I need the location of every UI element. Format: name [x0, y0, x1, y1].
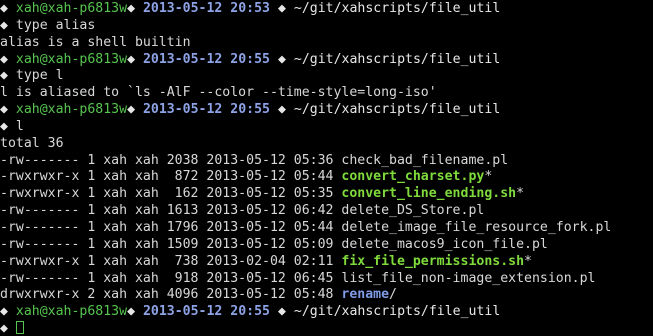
prompt-marker: ◆ [0, 321, 8, 336]
file-info: -rw------- 1 xah xah 1509 2013-05-12 05:… [0, 236, 342, 252]
file-name[interactable]: convert_line_ending.sh [341, 186, 516, 201]
output-text: alias is a shell builtin [0, 34, 191, 50]
file-listing-row: -rwxrwxr-x 1 xah xah 162 2013-05-12 05:3… [0, 186, 653, 203]
prompt-line: ◆ xah@xah-p6813w◆ 2013-05-12 20:55 ◆ ~/g… [0, 52, 653, 69]
file-listing-row: -rw------- 1 xah xah 918 2013-05-12 06:4… [0, 271, 653, 288]
prompt-timestamp: 2013-05-12 20:55 [142, 304, 271, 320]
file-info: -rw------- 1 xah xah 918 2013-05-12 06:4… [0, 270, 342, 286]
file-name[interactable]: convert_charset.py [341, 169, 484, 184]
prompt-marker: ◆ [0, 304, 8, 320]
file-name[interactable]: list_file_non-image_extension.pl [341, 271, 595, 286]
file-info: -rw------- 1 xah xah 2038 2013-05-12 05:… [0, 152, 342, 168]
prompt-user-host: xah@xah-p6813w [15, 304, 128, 320]
prompt-marker: ◆ [127, 304, 136, 320]
prompt-line: ◆ xah@xah-p6813w◆ 2013-05-12 20:53 ◆ ~/g… [0, 1, 653, 18]
prompt-timestamp: 2013-05-12 20:55 [142, 102, 271, 118]
prompt-marker: ◆ [0, 17, 8, 33]
prompt-line: ◆ xah@xah-p6813w◆ 2013-05-12 20:55 ◆ ~/g… [0, 102, 653, 119]
file-info: drwxrwxr-x 2 xah xah 4096 2013-05-12 05:… [0, 287, 342, 303]
command-text[interactable]: type alias [16, 18, 95, 33]
file-type-suffix: / [389, 287, 397, 303]
output-text: l is aliased to `ls -AlF --color --time-… [0, 85, 437, 101]
file-info: -rwxrwxr-x 1 xah xah 738 2013-02-04 02:1… [0, 253, 342, 269]
file-type-suffix: * [524, 253, 532, 269]
file-info: -rwxrwxr-x 1 xah xah 872 2013-05-12 05:4… [0, 169, 342, 185]
prompt-marker: ◆ [127, 1, 136, 16]
file-type-suffix: * [484, 169, 493, 185]
command-text[interactable]: l [16, 119, 24, 134]
file-listing-row: drwxrwxr-x 2 xah xah 4096 2013-05-12 05:… [0, 287, 653, 304]
prompt-marker: ◆ [0, 51, 8, 67]
command-line: ◆ [0, 321, 653, 336]
prompt-marker: ◆ [127, 102, 136, 118]
file-listing-row: -rw------- 1 xah xah 1796 2013-05-12 05:… [0, 220, 653, 237]
terminal-window[interactable]: ◆ xah@xah-p6813w◆ 2013-05-12 20:53 ◆ ~/g… [0, 0, 653, 336]
prompt-marker: ◆ [0, 1, 8, 16]
prompt-user-host: xah@xah-p6813w [15, 51, 128, 67]
file-name[interactable]: rename [341, 287, 389, 302]
prompt-marker: ◆ [277, 51, 286, 67]
file-listing-row: -rw------- 1 xah xah 2038 2013-05-12 05:… [0, 153, 653, 170]
file-info: -rw------- 1 xah xah 1613 2013-05-12 06:… [0, 203, 342, 219]
output-line: alias is a shell builtin [0, 35, 653, 52]
prompt-marker: ◆ [0, 118, 8, 134]
command-line: ◆ l [0, 119, 653, 136]
prompt-marker: ◆ [277, 304, 286, 320]
prompt-marker: ◆ [0, 102, 8, 118]
prompt-user-host: xah@xah-p6813w [15, 1, 128, 16]
file-type-suffix: * [516, 186, 525, 202]
file-info: -rw------- 1 xah xah 1796 2013-05-12 05:… [0, 219, 342, 235]
prompt-marker: ◆ [0, 68, 8, 84]
prompt-cwd: ~/git/xahscripts/file_util [293, 304, 501, 320]
prompt-user-host: xah@xah-p6813w [15, 102, 128, 118]
prompt-cwd: ~/git/xahscripts/file_util [293, 51, 501, 67]
prompt-marker: ◆ [277, 1, 286, 16]
file-name[interactable]: delete_macos9_icon_file.pl [341, 237, 547, 252]
prompt-marker: ◆ [277, 102, 286, 118]
file-listing-row: -rwxrwxr-x 1 xah xah 872 2013-05-12 05:4… [0, 169, 653, 186]
prompt-timestamp: 2013-05-12 20:55 [142, 51, 271, 67]
file-info: -rwxrwxr-x 1 xah xah 162 2013-05-12 05:3… [0, 186, 342, 202]
file-listing-row: -rwxrwxr-x 1 xah xah 738 2013-02-04 02:1… [0, 254, 653, 271]
file-listing-row: -rw------- 1 xah xah 1509 2013-05-12 05:… [0, 237, 653, 254]
file-listing-row: -rw------- 1 xah xah 1613 2013-05-12 06:… [0, 203, 653, 220]
cursor-block[interactable] [15, 321, 24, 335]
file-name[interactable]: delete_image_file_resource_fork.pl [341, 220, 611, 235]
output-line: total 36 [0, 136, 653, 153]
prompt-cwd: ~/git/xahscripts/file_util [293, 102, 501, 118]
file-name[interactable]: check_bad_filename.pl [341, 153, 508, 168]
file-name[interactable]: fix_file_permissions.sh [341, 254, 524, 269]
output-text: total 36 [0, 135, 64, 151]
command-text[interactable]: type l [16, 68, 64, 83]
prompt-marker: ◆ [127, 51, 136, 67]
command-line: ◆ type l [0, 68, 653, 85]
output-line: l is aliased to `ls -AlF --color --time-… [0, 85, 653, 102]
prompt-cwd: ~/git/xahscripts/file_util [293, 1, 501, 16]
command-line: ◆ type alias [0, 18, 653, 35]
prompt-line: ◆ xah@xah-p6813w◆ 2013-05-12 20:55 ◆ ~/g… [0, 304, 653, 321]
file-name[interactable]: delete_DS_Store.pl [341, 203, 484, 218]
prompt-timestamp: 2013-05-12 20:53 [142, 1, 271, 16]
